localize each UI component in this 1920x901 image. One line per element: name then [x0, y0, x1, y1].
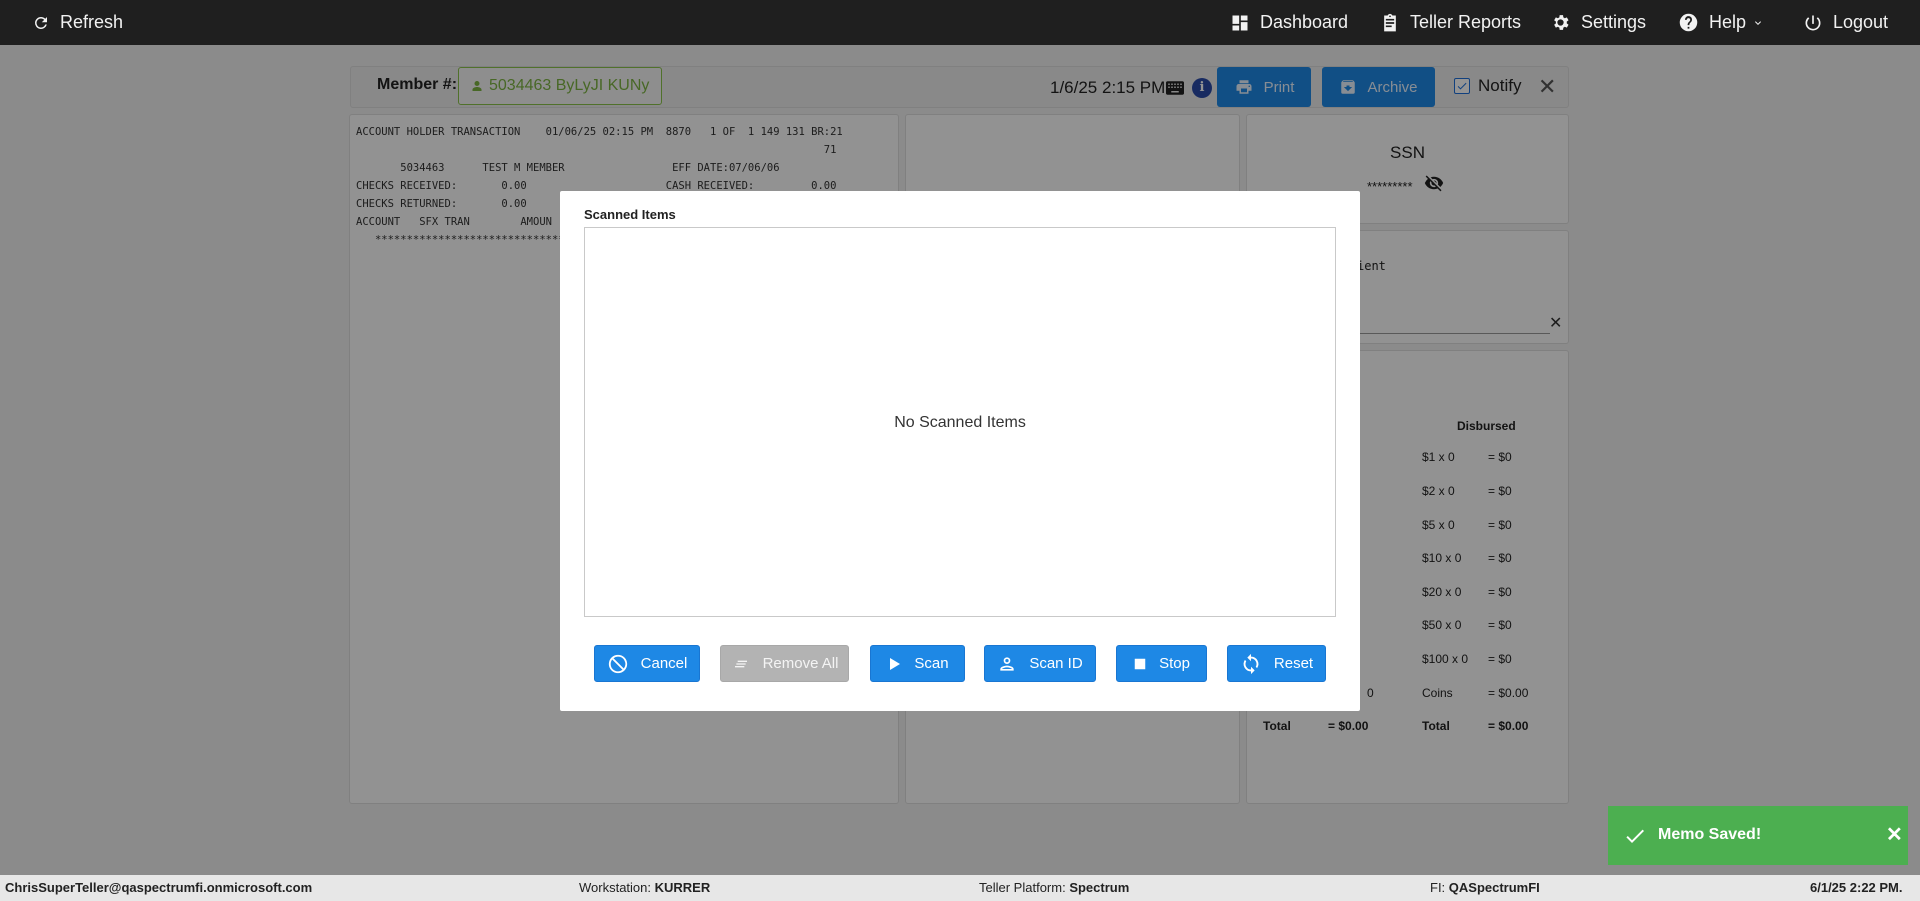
top-navbar: Refresh Dashboard Teller Reports Setting…: [0, 0, 1920, 45]
close-icon[interactable]: ✕: [1886, 822, 1903, 847]
refresh-label: Refresh: [60, 12, 124, 32]
nav-dashboard[interactable]: Dashboard: [1230, 0, 1348, 45]
footer-workstation-label: Workstation:: [579, 880, 655, 895]
reset-label: Reset: [1273, 655, 1314, 672]
stop-button[interactable]: Stop: [1116, 645, 1207, 682]
scanned-items-modal: Scanned Items No Scanned Items Cancel Re…: [560, 191, 1360, 711]
nav-teller-reports[interactable]: Teller Reports: [1380, 0, 1521, 45]
nav-help[interactable]: Help: [1678, 0, 1764, 45]
remove-all-button[interactable]: Remove All: [720, 645, 849, 682]
clear-all-icon: [734, 660, 747, 667]
sync-icon: [1243, 653, 1259, 674]
footer-platform-value: Spectrum: [1069, 880, 1130, 895]
scanned-items-list: No Scanned Items: [584, 227, 1336, 617]
nav-settings[interactable]: Settings: [1550, 0, 1646, 45]
footer-fi-label: FI:: [1430, 880, 1449, 895]
footer-workstation: Workstation: KURRER: [579, 880, 710, 895]
clipboard-icon: [1384, 13, 1396, 31]
modal-title: Scanned Items: [584, 207, 676, 222]
gear-icon: [1554, 15, 1569, 30]
empty-message: No Scanned Items: [894, 414, 1026, 431]
power-icon: [1805, 15, 1821, 30]
footer-fi: FI: QASpectrumFI: [1430, 880, 1540, 895]
remove-all-label: Remove All: [762, 655, 839, 672]
nav-logout-label: Logout: [1833, 12, 1889, 32]
scan-id-button[interactable]: Scan ID: [984, 645, 1096, 682]
stop-label: Stop: [1159, 655, 1190, 672]
scan-label: Scan: [914, 655, 949, 672]
status-footer: ChrisSuperTeller@qaspectrumfi.onmicrosof…: [0, 875, 1920, 901]
nav-teller-reports-label: Teller Reports: [1410, 12, 1522, 32]
refresh-button[interactable]: Refresh: [32, 0, 123, 45]
nav-logout[interactable]: Logout: [1803, 0, 1888, 45]
help-icon: [1679, 13, 1698, 32]
footer-fi-value: QASpectrumFI: [1448, 880, 1540, 895]
toast-notification: Memo Saved! ✕: [1608, 806, 1908, 865]
refresh-icon: [35, 16, 47, 29]
dashboard-icon: [1232, 15, 1248, 30]
footer-workstation-value: KURRER: [654, 880, 711, 895]
cancel-label: Cancel: [640, 655, 688, 672]
nav-dashboard-label: Dashboard: [1260, 12, 1349, 32]
reset-button[interactable]: Reset: [1227, 645, 1326, 682]
toast-message: Memo Saved!: [1658, 826, 1762, 843]
nav-settings-label: Settings: [1581, 12, 1647, 32]
footer-platform-label: Teller Platform:: [979, 880, 1070, 895]
stop-icon: [1134, 658, 1146, 669]
chevron-down-icon: [1755, 20, 1762, 25]
person-icon: [1000, 656, 1014, 671]
scan-button[interactable]: Scan: [870, 645, 965, 682]
cancel-icon: [608, 654, 627, 673]
footer-datetime: 6/1/25 2:22 PM.: [1810, 880, 1903, 895]
nav-help-label: Help: [1709, 12, 1747, 32]
cancel-button[interactable]: Cancel: [594, 645, 700, 682]
scan-id-label: Scan ID: [1029, 655, 1083, 672]
play-icon: [890, 657, 901, 670]
check-icon: [1626, 829, 1644, 843]
footer-platform: Teller Platform: Spectrum: [979, 880, 1129, 895]
footer-user: ChrisSuperTeller@qaspectrumfi.onmicrosof…: [5, 880, 313, 895]
